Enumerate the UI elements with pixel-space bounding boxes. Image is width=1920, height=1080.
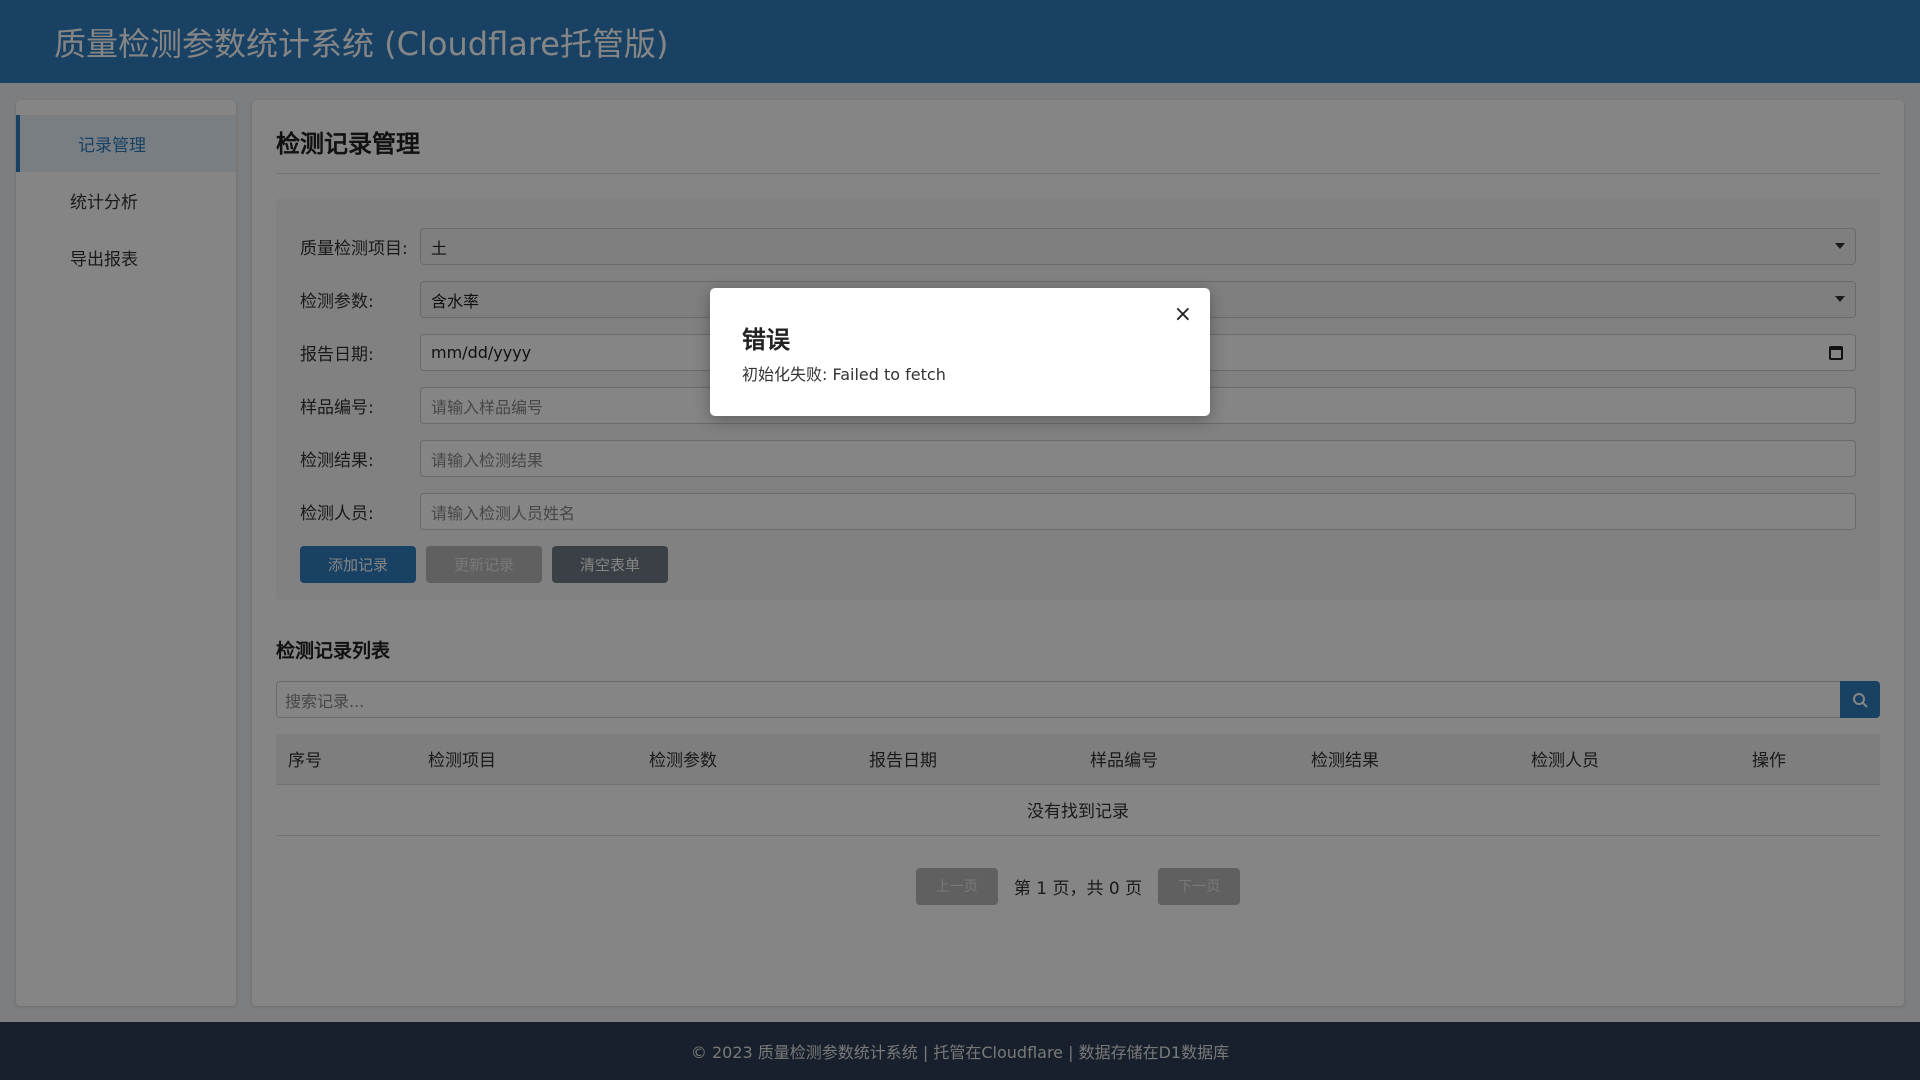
error-dialog-title: 错误 <box>742 326 790 354</box>
modal-overlay[interactable] <box>0 0 1920 1080</box>
error-dialog-message: 初始化失败: Failed to fetch <box>742 365 946 384</box>
close-icon[interactable]: × <box>1174 304 1192 326</box>
error-dialog: × 错误 初始化失败: Failed to fetch <box>710 288 1210 416</box>
